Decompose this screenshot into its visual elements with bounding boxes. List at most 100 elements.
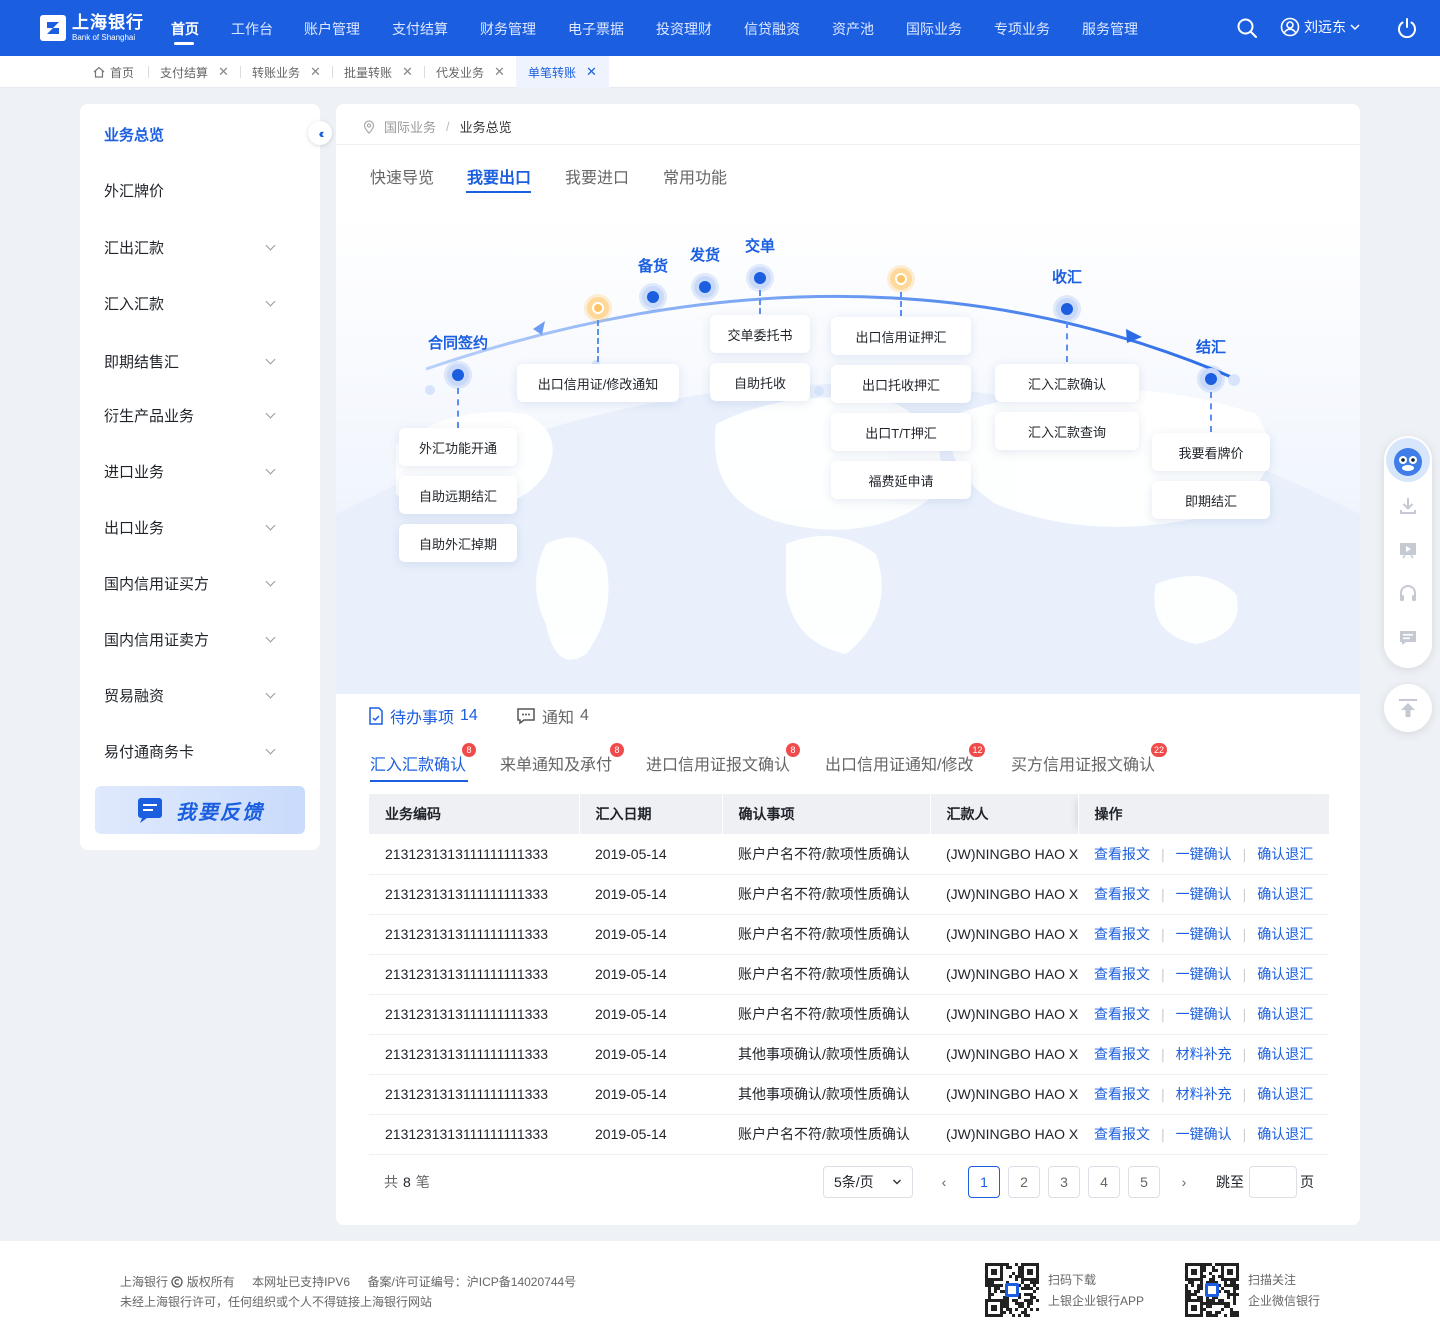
action-link[interactable]: 查看报文	[1094, 1006, 1150, 1022]
action-link[interactable]: 查看报文	[1094, 966, 1150, 982]
page-button-3[interactable]: 3	[1048, 1166, 1080, 1198]
col-header-date[interactable]: 汇入日期	[579, 794, 723, 834]
col-header-code[interactable]: 业务编码	[369, 794, 580, 834]
card-inward-remittance-confirm[interactable]: 汇入汇款确认	[995, 364, 1139, 402]
action-link[interactable]: 查看报文	[1094, 926, 1150, 942]
nav-item[interactable]: 信贷融资	[744, 19, 800, 39]
sidebar-item[interactable]: 汇出汇款	[104, 237, 304, 258]
next-page-button[interactable]: ›	[1168, 1166, 1200, 1198]
card-export-lc-negotiation[interactable]: 出口信用证押汇	[831, 317, 971, 355]
sidebar-item[interactable]: 外汇牌价	[104, 180, 304, 201]
nav-item[interactable]: 资产池	[832, 19, 874, 39]
card-export-collection-negotiation[interactable]: 出口托收押汇	[831, 365, 971, 403]
search-icon[interactable]	[1236, 17, 1258, 39]
card-export-lc-notice[interactable]: 出口信用证/修改通知	[517, 364, 679, 402]
feedback-button[interactable]: 我要反馈	[95, 786, 305, 834]
action-link[interactable]: 确认退汇	[1257, 1126, 1313, 1142]
page-tab-transfer[interactable]: 转账业务 ✕	[252, 56, 321, 88]
action-link[interactable]: 确认退汇	[1257, 966, 1313, 982]
action-link[interactable]: 确认退汇	[1257, 886, 1313, 902]
col-header-payer[interactable]: 汇款人	[930, 794, 1079, 834]
headset-icon[interactable]	[1398, 584, 1418, 604]
action-link[interactable]: 查看报文	[1094, 846, 1150, 862]
nav-item[interactable]: 工作台	[231, 19, 273, 39]
action-link[interactable]: 查看报文	[1094, 1126, 1150, 1142]
chat-icon[interactable]	[1398, 628, 1418, 648]
page-button-5[interactable]: 5	[1128, 1166, 1160, 1198]
sidebar-item[interactable]: 衍生产品业务	[104, 405, 304, 426]
action-link[interactable]: 一键确认	[1176, 926, 1232, 942]
page-tab-batch-transfer[interactable]: 批量转账 ✕	[344, 56, 413, 88]
nav-item[interactable]: 服务管理	[1082, 19, 1138, 39]
action-link[interactable]: 查看报文	[1094, 1086, 1150, 1102]
sidebar-item[interactable]: 出口业务	[104, 517, 304, 538]
sidebar-collapse-button[interactable]: ‹‹	[308, 121, 332, 145]
page-tab-payment[interactable]: 支付结算 ✕	[160, 56, 229, 88]
prev-page-button[interactable]: ‹	[928, 1166, 960, 1198]
sidebar-item[interactable]: 进口业务	[104, 461, 304, 482]
action-link[interactable]: 一键确认	[1176, 1126, 1232, 1142]
nav-item[interactable]: 账户管理	[304, 19, 360, 39]
nav-item[interactable]: 电子票据	[568, 19, 624, 39]
page-button-1[interactable]: 1	[968, 1166, 1000, 1198]
sidebar-item[interactable]: 贸易融资	[104, 685, 304, 706]
page-tab-single-transfer[interactable]: 单笔转账 ✕	[516, 56, 609, 88]
page-button-4[interactable]: 4	[1088, 1166, 1120, 1198]
assistant-avatar-icon[interactable]	[1386, 438, 1430, 482]
video-icon[interactable]	[1398, 540, 1418, 560]
todo-tab-export-lc-notice[interactable]: 出口信用证通知/修改 12	[825, 743, 986, 775]
close-icon[interactable]: ✕	[586, 64, 597, 80]
nav-item[interactable]: 国际业务	[906, 19, 962, 39]
nav-item[interactable]: 投资理财	[656, 19, 712, 39]
todo-tab-import-lc-confirm[interactable]: 进口信用证报文确认 8	[646, 743, 801, 775]
action-link[interactable]: 确认退汇	[1257, 1046, 1313, 1062]
action-link[interactable]: 一键确认	[1176, 1006, 1232, 1022]
action-link[interactable]: 一键确认	[1176, 886, 1232, 902]
card-fx-activation[interactable]: 外汇功能开通	[399, 428, 517, 466]
action-link[interactable]: 查看报文	[1094, 886, 1150, 902]
col-header-item[interactable]: 确认事项	[722, 794, 931, 834]
close-icon[interactable]: ✕	[494, 64, 505, 80]
bank-logo[interactable]: 上海银行 Bank of Shanghai	[40, 14, 144, 42]
action-link[interactable]: 查看报文	[1094, 1046, 1150, 1062]
sidebar-item[interactable]: 国内信用证买方	[104, 573, 304, 594]
card-self-collection[interactable]: 自助托收	[710, 363, 810, 401]
card-export-tt-negotiation[interactable]: 出口T/T押汇	[831, 413, 971, 451]
user-menu[interactable]: 刘远东	[1280, 17, 1361, 37]
logout-power-icon[interactable]	[1396, 17, 1418, 39]
page-button-2[interactable]: 2	[1008, 1166, 1040, 1198]
action-link[interactable]: 确认退汇	[1257, 1006, 1313, 1022]
sidebar-item[interactable]: 汇入汇款	[104, 293, 304, 314]
todo-tab-buyer-lc-confirm[interactable]: 买方信用证报文确认 22	[1011, 743, 1168, 775]
card-view-rates[interactable]: 我要看牌价	[1152, 433, 1270, 471]
card-self-forward-settlement[interactable]: 自助远期结汇	[399, 476, 517, 514]
tab-quick-guide[interactable]: 快速导览	[370, 164, 434, 188]
action-link[interactable]: 一键确认	[1176, 846, 1232, 862]
page-jump-input[interactable]	[1249, 1166, 1297, 1198]
breadcrumb-parent[interactable]: 国际业务	[384, 117, 436, 136]
card-spot-settlement[interactable]: 即期结汇	[1152, 481, 1270, 519]
nav-item[interactable]: 支付结算	[392, 19, 448, 39]
nav-item[interactable]: 专项业务	[994, 19, 1050, 39]
action-link[interactable]: 确认退汇	[1257, 926, 1313, 942]
tab-import[interactable]: 我要进口	[565, 164, 629, 188]
card-forfaiting-application[interactable]: 福费延申请	[831, 461, 971, 499]
back-to-top-button[interactable]	[1384, 684, 1432, 732]
action-link[interactable]: 一键确认	[1176, 966, 1232, 982]
todo-tab-inward-confirm[interactable]: 汇入汇款确认 8	[370, 743, 477, 775]
nav-item[interactable]: 财务管理	[480, 19, 536, 39]
card-delivery-authorization[interactable]: 交单委托书	[710, 315, 810, 353]
sidebar-item[interactable]: 易付通商务卡	[104, 741, 304, 762]
sidebar-item[interactable]: 国内信用证卖方	[104, 629, 304, 650]
action-link[interactable]: 确认退汇	[1257, 1086, 1313, 1102]
todo-header[interactable]: 待办事项 14	[368, 704, 478, 728]
close-icon[interactable]: ✕	[218, 64, 229, 80]
close-icon[interactable]: ✕	[402, 64, 413, 80]
tab-export[interactable]: 我要出口	[467, 164, 531, 188]
tab-common-functions[interactable]: 常用功能	[663, 164, 727, 188]
todo-tab-incoming-notice[interactable]: 来单通知及承付 8	[500, 743, 625, 775]
action-link[interactable]: 材料补充	[1176, 1086, 1232, 1102]
sidebar-item[interactable]: 即期结售汇	[104, 351, 304, 372]
card-inward-remittance-query[interactable]: 汇入汇款查询	[995, 412, 1139, 450]
page-tab-home[interactable]: 首页	[92, 56, 134, 88]
